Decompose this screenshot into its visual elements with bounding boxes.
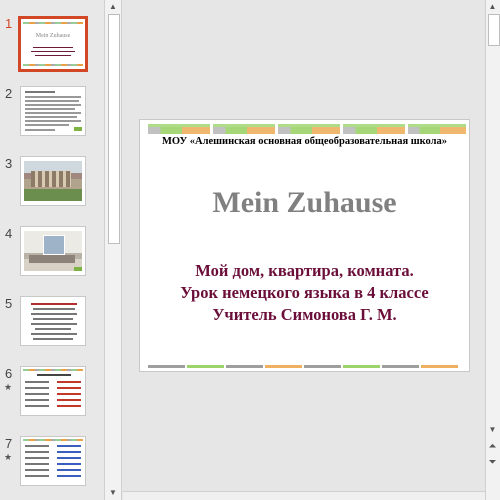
slide-thumbnail-1[interactable]: Mein Zuhause (18, 16, 88, 72)
thumbnail-row-5[interactable]: 5 (0, 296, 104, 352)
subtitle-line-3: Учитель Симонова Г. М. (212, 305, 397, 324)
slide-number: 7 (5, 436, 13, 451)
thumbnail-row-1[interactable]: 1 Mein Zuhause (0, 16, 104, 72)
slide-thumbnail-5[interactable] (20, 296, 86, 346)
animation-star-icon: ★ (4, 452, 13, 462)
current-slide[interactable]: МОУ «Алешинская основная общеобразовател… (139, 119, 470, 372)
thumbnail-row-7[interactable]: 7 ★ (0, 436, 104, 492)
scroll-up-button[interactable]: ▲ (105, 0, 121, 14)
slide-title: Mein Zuhause (212, 186, 397, 219)
slide-number: 6 (5, 366, 13, 381)
scrollbar-thumb[interactable] (488, 14, 500, 46)
slide-number: 5 (5, 296, 13, 311)
horizontal-scrollbar[interactable] (123, 491, 485, 500)
animation-star-icon: ★ (4, 382, 13, 392)
scroll-down-button[interactable]: ▼ (486, 423, 499, 437)
previous-slide-icon[interactable]: ⏶ (486, 440, 499, 454)
slide-number: 3 (5, 156, 13, 171)
slide-thumbnail-7[interactable] (20, 436, 86, 486)
slide-number: 4 (5, 226, 13, 241)
subtitle-line-2: Урок немецкого языка в 4 классе (180, 283, 429, 302)
scrollbar-thumb[interactable] (108, 14, 120, 244)
slide-thumbnail-6[interactable] (20, 366, 86, 416)
school-name: МОУ «Алешинская основная общеобразовател… (161, 136, 448, 147)
slide-scrollbar[interactable]: ▲ ▼ ⏶ ⏷ (485, 0, 500, 500)
slide-thumbnail-4[interactable] (20, 226, 86, 276)
slide-thumbnail-2[interactable] (20, 86, 86, 136)
slide-number: 1 (5, 16, 13, 31)
slide-thumbnail-pane: 1 Mein Zuhause 2 3 4 5 6 ★ 7 ★ (0, 0, 104, 500)
thumbnail-row-6[interactable]: 6 ★ (0, 366, 104, 422)
decorative-bottom-bars (148, 365, 458, 368)
slide-number: 2 (5, 86, 13, 101)
thumbnail-row-2[interactable]: 2 (0, 86, 104, 142)
subtitle-line-1: Мой дом, квартира, комната. (195, 261, 414, 280)
slide-thumbnail-3[interactable] (20, 156, 86, 206)
thumbnail-row-4[interactable]: 4 (0, 226, 104, 282)
thumbnail-scrollbar[interactable]: ▲ ▼ (104, 0, 122, 500)
scroll-down-button[interactable]: ▼ (105, 486, 121, 500)
decorative-top-bars (148, 124, 466, 134)
next-slide-icon[interactable]: ⏷ (486, 456, 499, 470)
thumbnail-title: Mein Zuhause (35, 33, 71, 39)
thumbnail-row-3[interactable]: 3 (0, 156, 104, 212)
scroll-up-button[interactable]: ▲ (486, 0, 499, 14)
